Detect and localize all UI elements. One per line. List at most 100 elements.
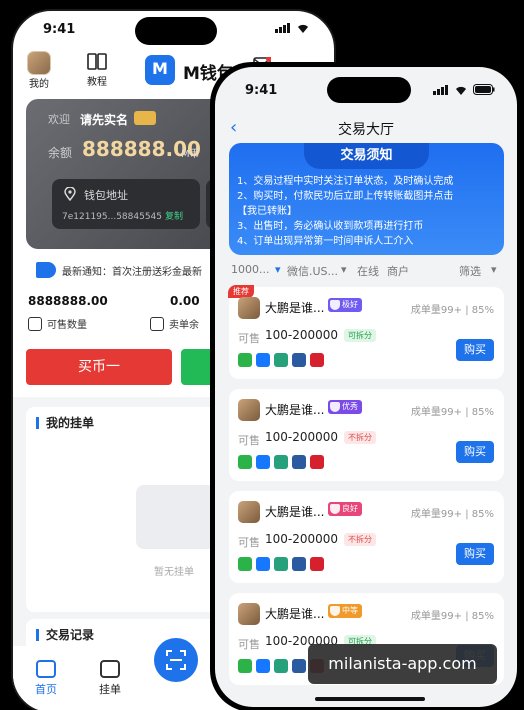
trading-hall-screen: 9:41 ‹ 交易大厅 交易须知 1、交易过程中实时关注订单状态，及时确认完成 … xyxy=(215,67,517,707)
tutorial-button[interactable]: 教程 xyxy=(86,51,108,88)
wifi-icon xyxy=(456,86,466,95)
announcement-text: 最新通知：首次注册送彩金最新 xyxy=(62,266,202,278)
order-volume: 成单量99+ xyxy=(410,407,463,418)
location-pin-icon xyxy=(64,187,76,201)
tab-home-label: 首页 xyxy=(35,683,57,696)
level-badge: 良好 xyxy=(328,502,362,516)
records-title: 交易记录 xyxy=(36,629,94,641)
page-title: 交易大厅 xyxy=(338,122,394,138)
dynamic-island xyxy=(327,77,411,103)
status-icons xyxy=(275,23,310,33)
dynamic-island xyxy=(135,17,217,45)
wechat-pay-icon xyxy=(238,455,252,469)
bank-card-icon xyxy=(292,455,306,469)
unionpay-icon xyxy=(310,353,324,367)
profile-button[interactable]: 我的 xyxy=(27,51,51,90)
wechat-pay-icon xyxy=(238,557,252,571)
realname-link[interactable]: 请先实名 xyxy=(80,111,128,128)
shield-icon xyxy=(330,402,340,412)
limit-range: 100-200000 xyxy=(265,532,339,546)
level-text: 极好 xyxy=(342,300,358,309)
merchant-filter[interactable]: 商户 xyxy=(387,263,409,279)
rule-line: 4、订单出现异常第一时间申诉人工介入 xyxy=(237,236,414,247)
trade-rules-card: 交易须知 1、交易过程中实时关注订单状态，及时确认完成 2、购买时，付款民功后立… xyxy=(229,143,504,255)
alipay-icon xyxy=(256,557,270,571)
wechat-pay-icon xyxy=(238,659,252,673)
merchant-avatar xyxy=(238,501,260,523)
signal-icon xyxy=(433,84,448,95)
trading-hall-phone: 9:41 ‹ 交易大厅 交易须知 1、交易过程中实时关注订单状态，及时确认完成 … xyxy=(210,62,522,710)
buy-button[interactable]: 购买 xyxy=(456,543,494,565)
buy-button[interactable]: 购买 xyxy=(456,441,494,463)
merchant-avatar xyxy=(238,297,260,319)
available-label: 可售 xyxy=(238,332,260,345)
buy-button[interactable]: 购买 xyxy=(456,339,494,361)
merchant-listing: 大鹏是谁... 优秀 成单量99+ | 85% 可售 100-200000 不拆… xyxy=(229,389,504,481)
order-volume: 成单量99+ xyxy=(410,611,463,622)
order-stats: 成单量99+ | 85% xyxy=(410,305,494,316)
balance-label: 余额 xyxy=(48,146,73,160)
battery-icon xyxy=(473,84,495,95)
level-badge: 优秀 xyxy=(328,400,362,414)
bank-card-icon xyxy=(292,659,306,673)
available-label: 可售 xyxy=(238,638,260,651)
rule-line: 3、出售时，务必确认收到款项再进行打币 xyxy=(237,221,424,232)
home-indicator xyxy=(315,697,425,701)
amount-chevron-icon: ▾ xyxy=(275,263,281,276)
unionpay-icon xyxy=(310,557,324,571)
method-filter[interactable]: 微信.US... xyxy=(287,263,338,279)
address-line: 7e121195...58845545 复制 xyxy=(62,209,183,222)
address-value: 7e121195...58845545 xyxy=(62,212,163,222)
merchant-listing: 大鹏是谁... 良好 成单量99+ | 85% 可售 100-200000 不拆… xyxy=(229,491,504,583)
tab-home[interactable]: 首页 xyxy=(35,660,57,697)
bank-card-icon xyxy=(292,557,306,571)
filter-button[interactable]: 筛选 xyxy=(459,263,481,279)
tab-orders[interactable]: 挂单 xyxy=(99,660,121,697)
completion-rate: 85% xyxy=(471,407,494,418)
sell-balance-label-row: 卖单余 xyxy=(150,316,199,331)
level-badge: 极好 xyxy=(328,298,362,312)
buy-coin-button[interactable]: 买币一 xyxy=(26,349,172,385)
status-time: 9:41 xyxy=(43,22,76,37)
book-icon xyxy=(87,53,107,70)
method-chevron-icon: ▾ xyxy=(341,263,347,276)
scan-button[interactable] xyxy=(154,638,198,682)
payment-methods xyxy=(238,557,324,571)
verify-badge-icon xyxy=(134,111,156,125)
online-filter[interactable]: 在线 xyxy=(357,263,379,279)
merchant-name: 大鹏是谁... xyxy=(265,505,325,519)
level-text: 优秀 xyxy=(342,402,358,411)
welcome-text: 欢迎 xyxy=(48,113,70,126)
my-orders-title: 我的挂单 xyxy=(36,417,94,429)
amount-filter[interactable]: 1000... xyxy=(231,263,269,276)
screenshot-stage: 9:41 我的 教程 M M钱包 欢迎 请先实名 余额 888888.00 M币… xyxy=(0,0,524,710)
level-text: 中等 xyxy=(342,606,358,615)
merchant-listing: 推荐 大鹏是谁... 极好 成单量99+ | 85% 可售 100-200000… xyxy=(228,285,504,379)
copy-address-button[interactable]: 复制 xyxy=(165,212,183,222)
empty-illustration-icon xyxy=(136,485,216,549)
alipay-icon xyxy=(256,455,270,469)
merchant-name: 大鹏是谁... xyxy=(265,403,325,417)
signal-icon xyxy=(275,23,290,33)
split-tag: 不拆分 xyxy=(344,431,376,444)
order-stats: 成单量99+ | 85% xyxy=(410,509,494,520)
merchant-name: 大鹏是谁... xyxy=(265,301,325,315)
usdt-icon xyxy=(274,455,288,469)
order-stats: 成单量99+ | 85% xyxy=(410,611,494,622)
funnel-icon: ▾ xyxy=(491,263,497,276)
status-bar: 9:41 xyxy=(13,11,334,49)
payment-methods xyxy=(238,353,324,367)
status-time: 9:41 xyxy=(245,83,278,98)
status-icons xyxy=(433,84,495,95)
split-tag: 不拆分 xyxy=(344,533,376,546)
wallet-icon xyxy=(150,316,164,331)
filter-bar: 1000... ▾ 微信.US... ▾ 在线 商户 筛选 ▾ xyxy=(231,263,506,281)
rule-line: 2、购买时，付款民功后立即上传转账截图并点击 xyxy=(237,191,454,202)
wifi-icon xyxy=(298,24,308,33)
merchant-avatar xyxy=(238,603,260,625)
tab-orders-label: 挂单 xyxy=(99,683,121,696)
order-volume: 成单量99+ xyxy=(410,305,463,316)
order-volume: 成单量99+ xyxy=(410,509,463,520)
sell-order-balance: 0.00 xyxy=(170,294,200,308)
available-label: 可售 xyxy=(238,536,260,549)
